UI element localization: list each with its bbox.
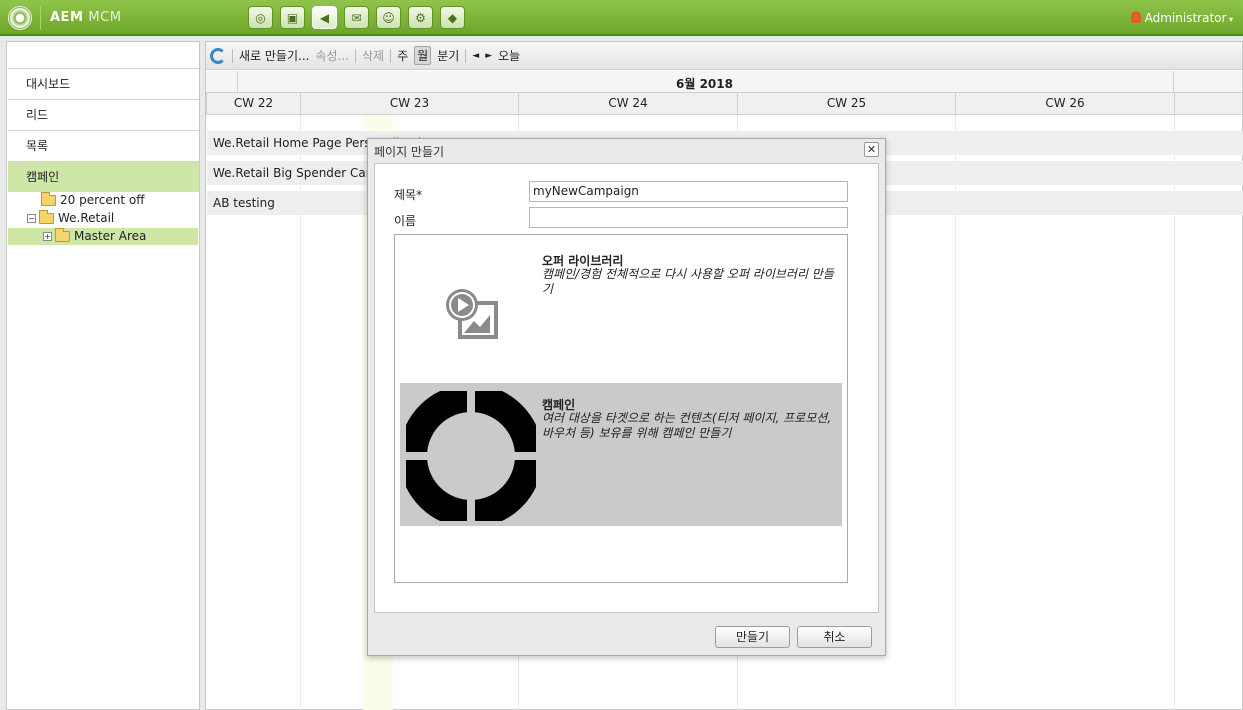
week-label: CW 24 — [518, 93, 737, 115]
top-nav-icons: ◎ ▣ ◀ ✉ ☺ ⚙ ◆ — [248, 6, 465, 29]
new-button[interactable]: 새로 만들기... — [239, 47, 309, 64]
sidebar-item-lists[interactable]: 목록 — [8, 130, 199, 161]
create-page-dialog: 페이지 만들기 ✕ 제목* myNewCampaign 이름 오퍼 라이브러리 … — [367, 138, 886, 656]
tree-item[interactable]: − We.Retail — [27, 210, 197, 227]
user-menu[interactable]: Administrator ▾ — [1130, 11, 1233, 25]
tools-icon[interactable]: ⚙ — [408, 6, 433, 29]
mail-icon[interactable]: ✉ — [344, 6, 369, 29]
toolbar-separator — [390, 48, 392, 63]
name-field-label: 이름 — [394, 214, 417, 228]
week-label: CW 25 — [737, 93, 955, 115]
tree-item[interactable]: 20 percent off — [41, 192, 197, 209]
folder-icon — [55, 228, 70, 242]
tag-icon[interactable]: ◆ — [440, 6, 465, 29]
template-list: 오퍼 라이브러리 캠페인/경험 전체적으로 다시 사용할 오퍼 라이브러리 만들… — [394, 234, 848, 583]
delete-button[interactable]: 삭제 — [362, 47, 384, 64]
template-campaign[interactable]: 캠페인 여러 대상을 타겟으로 하는 컨텐츠(티저 페이지, 프로모션, 바우처… — [400, 383, 842, 526]
toolbar-separator — [355, 48, 356, 63]
globe-icon[interactable]: ◎ — [248, 6, 273, 29]
tree-item-selected[interactable]: + Master Area — [8, 228, 198, 245]
tree-item-label: We.Retail — [58, 211, 115, 225]
toolbar: 새로 만들기... 속성... 삭제 주 월 분기 ◄ ► 오늘 — [206, 42, 1242, 70]
template-description: 캠페인/경험 전체적으로 다시 사용할 오퍼 라이브러리 만들기 — [542, 267, 834, 296]
template-description: 여러 대상을 타겟으로 하는 컨텐츠(티저 페이지, 프로모션, 바우처 등) … — [542, 411, 832, 440]
next-arrow-icon[interactable]: ► — [485, 51, 492, 61]
month-header: 6월 2018 — [206, 71, 1242, 93]
app-title-bold: AEM — [50, 10, 84, 25]
folder-icon — [41, 192, 56, 206]
dialog-body: 제목* myNewCampaign 이름 오퍼 라이브러리 캠페인/경험 전체적… — [374, 163, 879, 613]
today-button[interactable]: 오늘 — [498, 47, 520, 64]
chevron-down-icon: ▾ — [1226, 15, 1233, 24]
toolbar-separator — [465, 48, 467, 63]
close-icon[interactable]: ✕ — [864, 142, 879, 157]
dialog-title: 페이지 만들기 — [374, 145, 445, 159]
week-label: CW 22 — [206, 93, 300, 115]
divider — [40, 6, 41, 30]
month-label: 6월 2018 — [676, 77, 733, 91]
week-label-empty — [1174, 93, 1243, 115]
sidebar-item-leads[interactable]: 리드 — [8, 99, 199, 130]
sidebar-item-campaigns[interactable]: 캠페인 — [8, 161, 199, 192]
tree-item-label: 20 percent off — [60, 193, 145, 207]
title-field[interactable]: myNewCampaign — [529, 181, 848, 202]
refresh-icon[interactable] — [210, 47, 226, 64]
create-button[interactable]: 만들기 — [715, 626, 790, 648]
week-header: CW 22 CW 23 CW 24 CW 25 CW 26 — [206, 93, 1242, 115]
cancel-button[interactable]: 취소 — [797, 626, 872, 648]
megaphone-icon[interactable]: ◀ — [312, 6, 337, 29]
template-offer-library[interactable]: 오퍼 라이브러리 캠페인/경험 전체적으로 다시 사용할 오퍼 라이브러리 만들… — [400, 239, 842, 382]
month-view-button[interactable]: 월 — [414, 46, 432, 65]
prev-arrow-icon[interactable]: ◄ — [472, 51, 479, 61]
week-view-button[interactable]: 주 — [397, 47, 408, 64]
campaign-icon — [406, 391, 536, 521]
toolbar-separator — [232, 48, 233, 63]
expand-icon[interactable]: + — [43, 232, 52, 241]
aem-logo-icon[interactable] — [8, 6, 32, 30]
app-title-light: MCM — [88, 10, 122, 25]
camera-icon[interactable]: ▣ — [280, 6, 305, 29]
title-field-label: 제목* — [394, 188, 423, 202]
tree-item-label: Master Area — [74, 229, 147, 243]
offer-library-icon — [446, 289, 498, 339]
name-field[interactable] — [529, 207, 848, 228]
week-label: CW 23 — [300, 93, 518, 115]
folder-open-icon — [39, 210, 54, 224]
app-title: AEM MCM — [50, 10, 121, 25]
collapse-icon[interactable]: − — [27, 214, 36, 223]
week-label: CW 26 — [955, 93, 1174, 115]
properties-button[interactable]: 속성... — [315, 47, 349, 64]
top-bar: AEM MCM ◎ ▣ ◀ ✉ ☺ ⚙ ◆ Administrator ▾ — [0, 0, 1243, 36]
users-icon[interactable]: ☺ — [376, 6, 401, 29]
user-name: Administrator — [1144, 11, 1227, 25]
sidebar: 대시보드 리드 목록 캠페인 20 percent off − We.Retai… — [6, 41, 200, 710]
user-icon — [1130, 11, 1141, 23]
quarter-view-button[interactable]: 분기 — [437, 47, 459, 64]
sidebar-item-dashboard[interactable]: 대시보드 — [8, 68, 199, 99]
